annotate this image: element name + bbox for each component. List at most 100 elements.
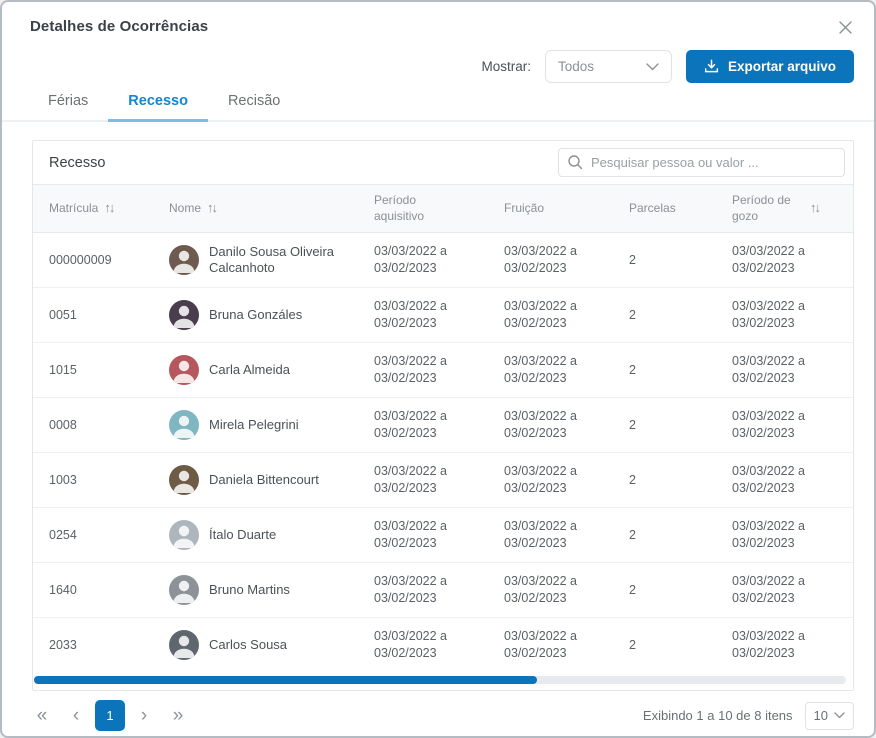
modal-header: Detalhes de Ocorrências: [2, 2, 874, 38]
items-summary: Exibindo 1 a 10 de 8 itens: [643, 708, 793, 723]
avatar: [169, 465, 199, 495]
matricula-cell: 1003: [33, 453, 153, 507]
close-button[interactable]: [834, 16, 856, 38]
periodo-gozo-cell: 03/03/2022 a 03/02/2023: [716, 453, 846, 507]
table-section-bar: Recesso: [33, 141, 853, 184]
employee-name: Mirela Pelegrini: [209, 417, 299, 433]
fruicao-cell: 03/03/2022 a 03/02/2023: [488, 563, 613, 617]
table-section-title: Recesso: [49, 155, 105, 171]
page-1-button[interactable]: 1: [95, 700, 125, 731]
export-button-label: Exportar arquivo: [728, 59, 836, 74]
page-size-value: 10: [814, 708, 828, 723]
matricula-cell: 2033: [33, 618, 153, 672]
next-page-button[interactable]: ›: [129, 700, 159, 731]
horizontal-scrollbar-thumb[interactable]: [34, 676, 537, 684]
periodo-gozo-cell: 03/03/2022 a 03/02/2023: [716, 398, 846, 452]
periodo-aquisitivo-cell: 03/03/2022 a 03/02/2023: [358, 233, 488, 287]
periodo-aquisitivo-cell: 03/03/2022 a 03/02/2023: [358, 398, 488, 452]
column-header-periodo-de-gozo[interactable]: Período de gozo ↑↓: [716, 185, 853, 232]
nome-cell: Daniela Bittencourt: [153, 453, 358, 507]
first-page-button[interactable]: «: [27, 700, 57, 731]
avatar: [169, 245, 199, 275]
prev-page-button[interactable]: ‹: [61, 700, 91, 731]
avatar: [169, 300, 199, 330]
detalhes-ocorrencias-modal: Detalhes de Ocorrências Mostrar: Todos E…: [0, 0, 876, 738]
close-icon: [838, 20, 853, 35]
matricula-cell: 0051: [33, 288, 153, 342]
modal-title: Detalhes de Ocorrências: [30, 18, 208, 35]
periodo-aquisitivo-cell: 03/03/2022 a 03/02/2023: [358, 288, 488, 342]
sort-icon: ↑↓: [104, 200, 113, 217]
nome-cell: Ítalo Duarte: [153, 508, 358, 562]
avatar: [169, 630, 199, 660]
matricula-cell: 1015: [33, 343, 153, 397]
table-row: 0254 Ítalo Duarte 03/03/2022 a 03/02/202…: [33, 508, 853, 563]
matricula-cell: 1640: [33, 563, 153, 617]
controls-row: Mostrar: Todos Exportar arquivo: [2, 38, 874, 83]
fruicao-cell: 03/03/2022 a 03/02/2023: [488, 453, 613, 507]
column-label: Fruição: [504, 201, 544, 217]
fruicao-cell: 03/03/2022 a 03/02/2023: [488, 398, 613, 452]
employee-name: Carlos Sousa: [209, 637, 287, 653]
tabs: Férias Recesso Recisão: [2, 93, 874, 122]
pager: « ‹ 1 › »: [27, 700, 193, 731]
mostrar-select-value: Todos: [558, 59, 594, 74]
periodo-gozo-cell: 03/03/2022 a 03/02/2023: [716, 563, 846, 617]
column-label: Nome: [169, 201, 201, 217]
fruicao-cell: 03/03/2022 a 03/02/2023: [488, 343, 613, 397]
periodo-gozo-cell: 03/03/2022 a 03/02/2023: [716, 343, 846, 397]
search-input[interactable]: [558, 148, 845, 177]
last-page-button[interactable]: »: [163, 700, 193, 731]
table-row: 1003 Daniela Bittencourt 03/03/2022 a 03…: [33, 453, 853, 508]
column-header-fruicao: Fruição: [488, 185, 613, 232]
tab-recisao[interactable]: Recisão: [208, 93, 300, 122]
nome-cell: Bruno Martins: [153, 563, 358, 617]
parcelas-cell: 2: [613, 508, 716, 562]
nome-cell: Carlos Sousa: [153, 618, 358, 672]
matricula-cell: 0254: [33, 508, 153, 562]
tab-recesso[interactable]: Recesso: [108, 93, 208, 122]
column-label: Matrícula: [49, 201, 98, 217]
parcelas-cell: 2: [613, 343, 716, 397]
avatar: [169, 355, 199, 385]
table-row: 1640 Bruno Martins 03/03/2022 a 03/02/20…: [33, 563, 853, 618]
nome-cell: Carla Almeida: [153, 343, 358, 397]
periodo-gozo-cell: 03/03/2022 a 03/02/2023: [716, 508, 846, 562]
column-header-nome[interactable]: Nome ↑↓: [153, 185, 358, 232]
download-icon: [704, 59, 719, 74]
parcelas-cell: 2: [613, 398, 716, 452]
chevron-down-icon: [646, 63, 659, 71]
table-row: 0051 Bruna Gonzáles 03/03/2022 a 03/02/2…: [33, 288, 853, 343]
sort-icon: ↑↓: [810, 200, 819, 217]
parcelas-cell: 2: [613, 618, 716, 672]
tab-ferias[interactable]: Férias: [28, 93, 108, 122]
employee-name: Ítalo Duarte: [209, 527, 276, 543]
nome-cell: Danilo Sousa Oliveira Calcanhoto: [153, 233, 358, 287]
periodo-aquisitivo-cell: 03/03/2022 a 03/02/2023: [358, 343, 488, 397]
table-row: 0008 Mirela Pelegrini 03/03/2022 a 03/02…: [33, 398, 853, 453]
recesso-table: Recesso Matrícula ↑↓ Nome ↑↓ Período aqu…: [32, 140, 854, 691]
employee-name: Daniela Bittencourt: [209, 472, 319, 488]
nome-cell: Bruna Gonzáles: [153, 288, 358, 342]
avatar: [169, 410, 199, 440]
horizontal-scrollbar-track[interactable]: [34, 676, 846, 684]
periodo-aquisitivo-cell: 03/03/2022 a 03/02/2023: [358, 453, 488, 507]
search-box: [558, 148, 845, 177]
matricula-cell: 000000009: [33, 233, 153, 287]
parcelas-cell: 2: [613, 453, 716, 507]
matricula-cell: 0008: [33, 398, 153, 452]
column-label: Parcelas: [629, 201, 676, 217]
avatar: [169, 575, 199, 605]
column-label: Período aquisitivo: [374, 193, 446, 224]
export-button[interactable]: Exportar arquivo: [686, 50, 854, 83]
table-header-row: Matrícula ↑↓ Nome ↑↓ Período aquisitivo …: [33, 184, 853, 233]
column-header-periodo-aquisitivo: Período aquisitivo: [358, 185, 488, 232]
employee-name: Danilo Sousa Oliveira Calcanhoto: [209, 244, 350, 277]
parcelas-cell: 2: [613, 288, 716, 342]
parcelas-cell: 2: [613, 563, 716, 617]
fruicao-cell: 03/03/2022 a 03/02/2023: [488, 508, 613, 562]
page-size-select[interactable]: 10: [805, 702, 854, 730]
column-header-matricula[interactable]: Matrícula ↑↓: [33, 185, 153, 232]
sort-icon: ↑↓: [207, 200, 216, 217]
mostrar-select[interactable]: Todos: [545, 50, 672, 83]
